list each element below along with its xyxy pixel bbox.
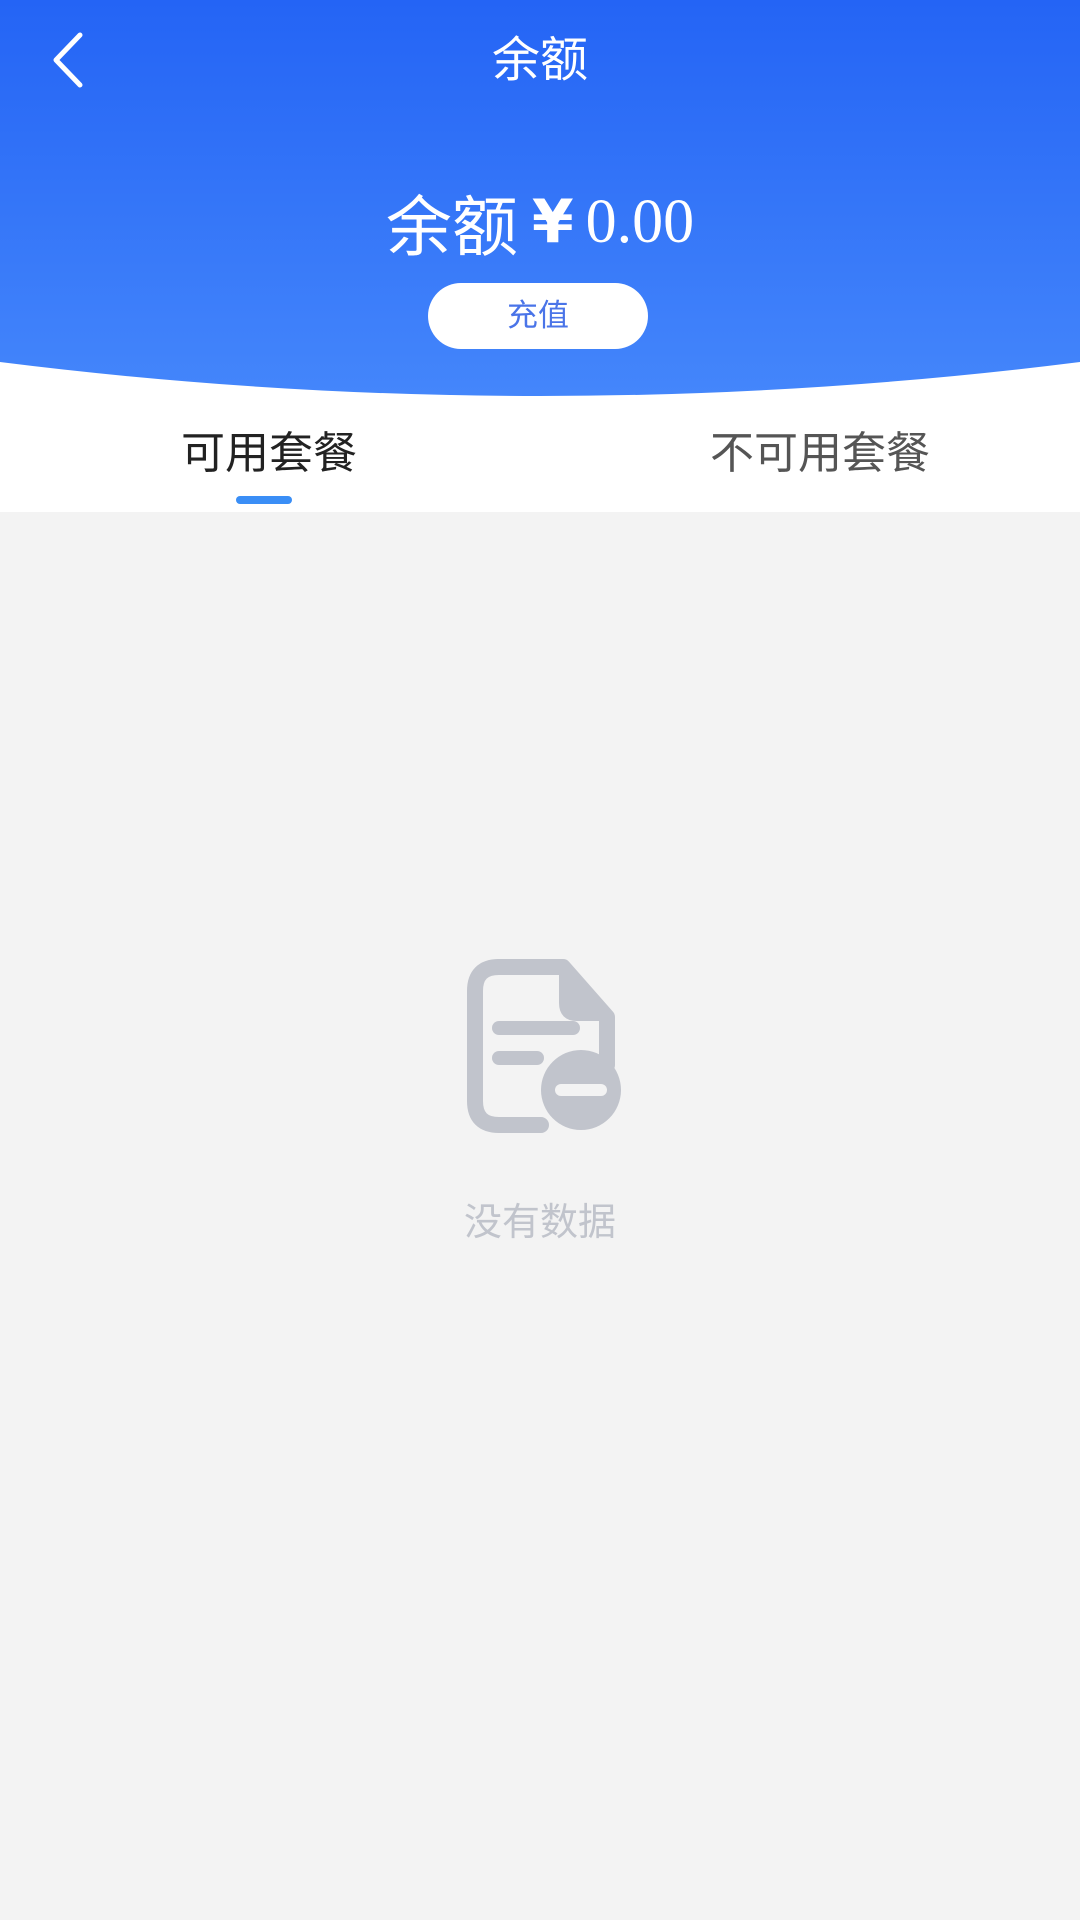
currency-symbol: ¥ bbox=[531, 187, 574, 257]
empty-state-text: 没有数据 bbox=[463, 1200, 616, 1244]
recharge-button[interactable]: 充值 bbox=[428, 283, 648, 349]
package-tabs: 可用套餐 不可用套餐 bbox=[0, 400, 1080, 512]
page: 余额 余额 ¥0.00 充值 可用套餐 不可用套餐 没有数据 bbox=[0, 0, 1080, 1920]
tab-unavailable-packages[interactable]: 不可用套餐 bbox=[710, 422, 930, 492]
page-title: 余额 bbox=[491, 32, 588, 88]
balance-label: 余额 bbox=[385, 189, 518, 266]
document-minus-icon bbox=[467, 959, 621, 1133]
active-tab-indicator bbox=[236, 496, 292, 504]
balance-display: 余额 ¥0.00 bbox=[0, 174, 1080, 270]
tab-available-packages[interactable]: 可用套餐 bbox=[181, 422, 357, 492]
balance-amount: 0.00 bbox=[585, 187, 695, 256]
header: 余额 余额 ¥0.00 充值 bbox=[0, 0, 1080, 420]
